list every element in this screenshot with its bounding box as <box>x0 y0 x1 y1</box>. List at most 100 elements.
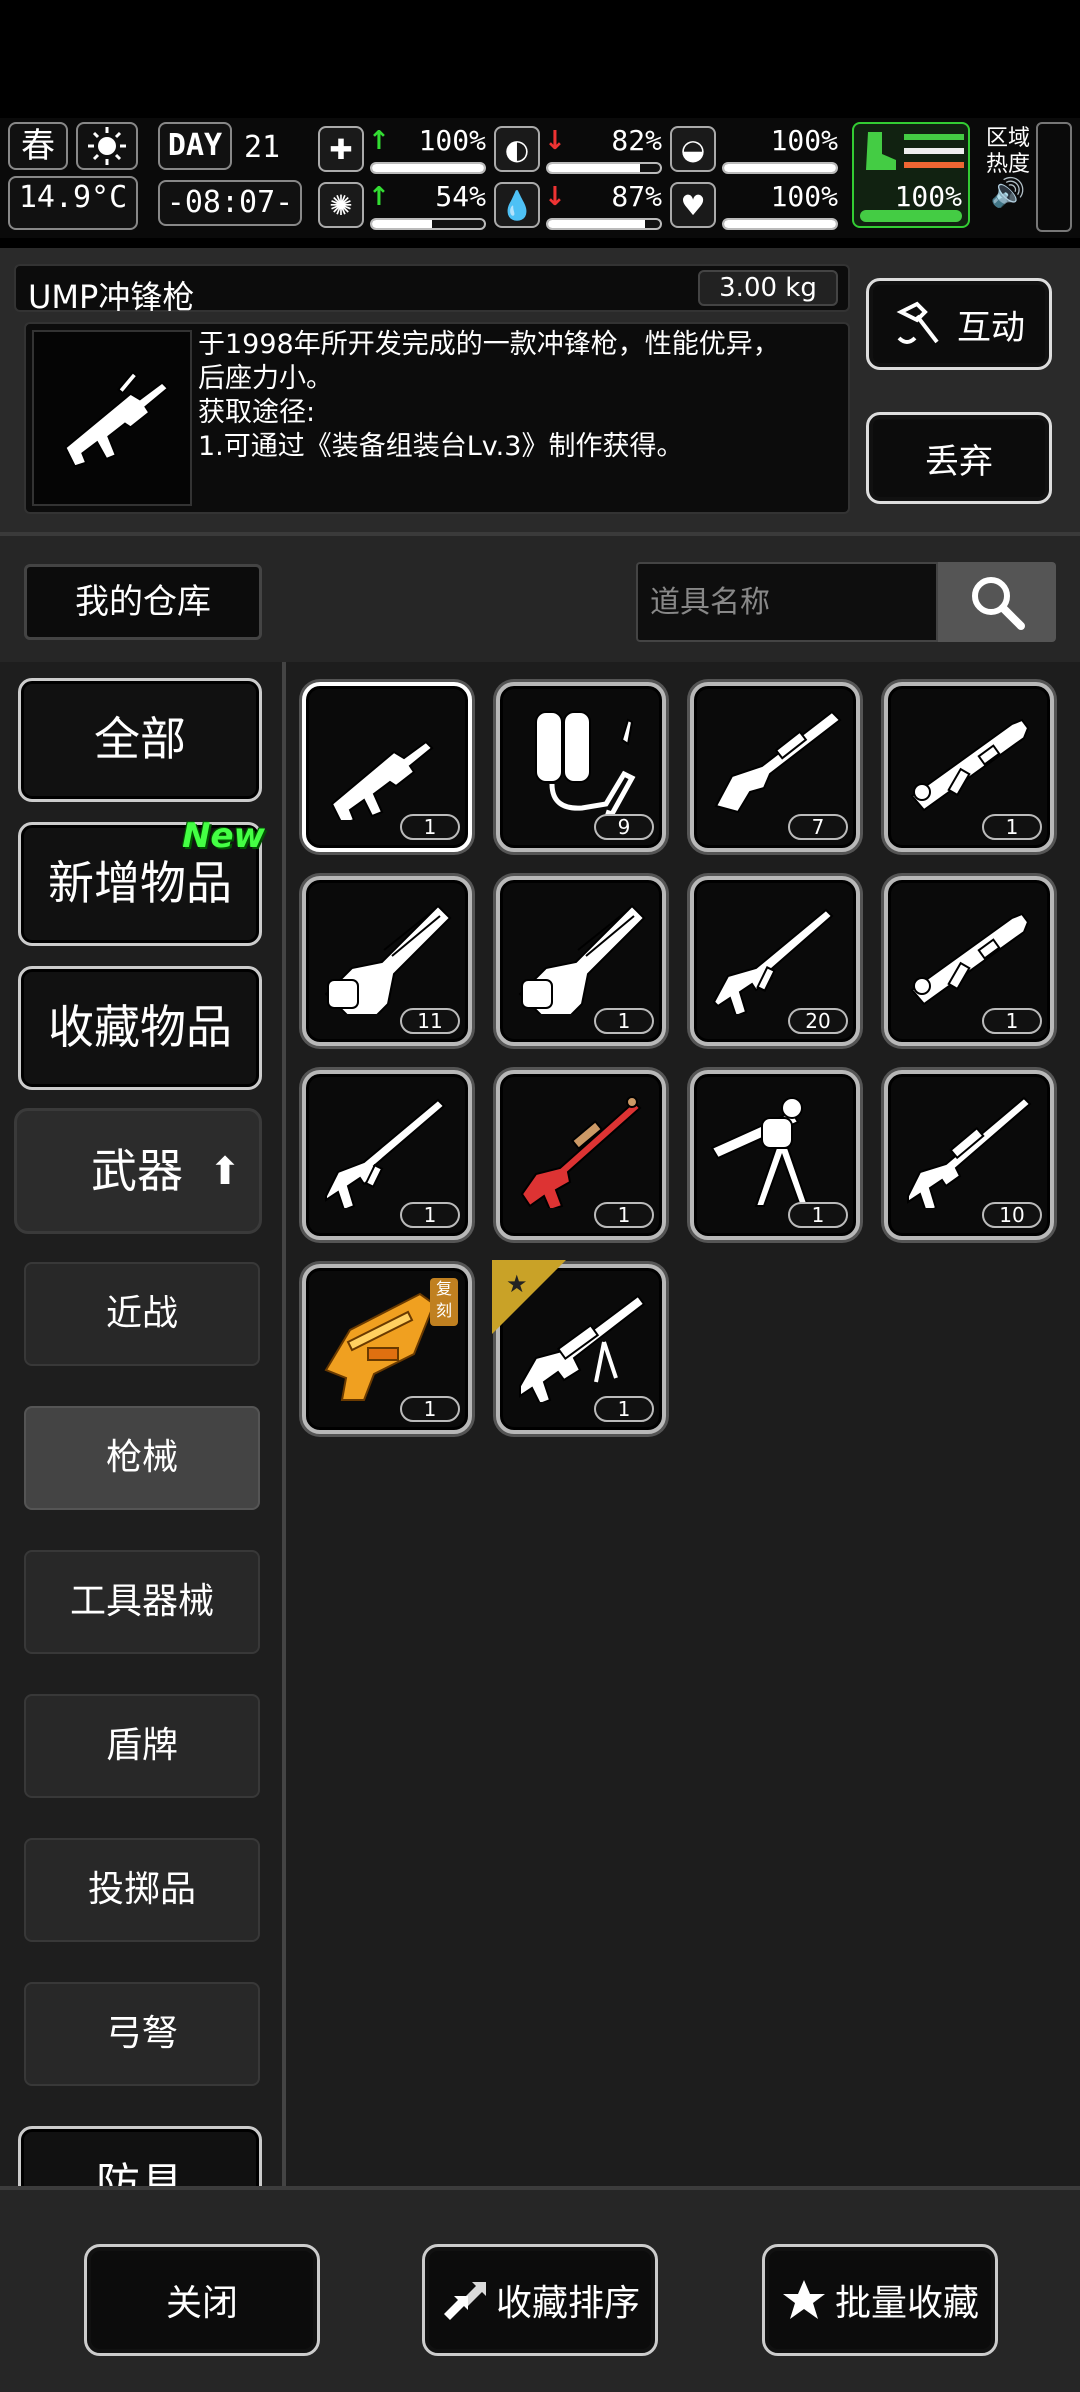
stamina-panel: 100% <box>852 122 970 228</box>
item-quantity: 11 <box>400 1008 460 1034</box>
inventory-slot[interactable]: 10 <box>884 1070 1054 1240</box>
area-heat-label: 区域 热度 🔊 <box>980 126 1036 207</box>
inventory-slot[interactable]: 20 <box>690 876 860 1046</box>
status-bar: 春 14.9°C DAY 21 -08:07- ✚ ↑ 100% ◐ ↓ 82% ◒ 100%… <box>0 118 1080 238</box>
rocket-launcher-icon <box>910 912 1030 1006</box>
subcategory-shields[interactable]: 盾牌 <box>24 1694 260 1798</box>
swap-arrows-icon <box>443 2282 486 2320</box>
temperature-readout: 14.9°C <box>8 176 138 230</box>
red-sniper-rifle-icon <box>520 1096 642 1208</box>
item-detail-panel: UMP冲锋枪 3.00 kg 于1998年所开发完成的一款冲锋枪，性能优异， 后… <box>0 248 1080 532</box>
inventory-slot[interactable]: 7 <box>690 682 860 852</box>
item-quantity: 10 <box>982 1202 1042 1228</box>
inventory-slot[interactable]: 11 <box>302 876 472 1046</box>
hammer-icon <box>896 301 939 344</box>
item-quantity: 1 <box>594 1396 654 1422</box>
subcategory-firearms[interactable]: 枪械 <box>24 1406 260 1510</box>
area-heat-gauge <box>1036 122 1072 232</box>
category-all[interactable]: 全部 <box>18 678 262 802</box>
batch-favorite-button[interactable]: 批量收藏 <box>762 2244 998 2356</box>
subcategory-bows[interactable]: 弓弩 <box>24 1982 260 2086</box>
subcategory-tools[interactable]: 工具器械 <box>24 1550 260 1654</box>
item-search-input[interactable] <box>636 562 938 642</box>
replica-badge: 复刻 <box>430 1278 458 1326</box>
sniper-rifle-icon <box>907 1096 1032 1208</box>
stat-mood: ♥ 100% <box>670 180 840 234</box>
subcategory-melee[interactable]: 近战 <box>24 1262 260 1366</box>
search-button[interactable] <box>938 562 1056 642</box>
speaker-icon[interactable]: 🔊 <box>980 179 1036 207</box>
category-armor[interactable]: 防具 <box>18 2126 262 2186</box>
inventory-slot[interactable]: 1 <box>302 682 472 852</box>
item-description: 于1998年所开发完成的一款冲锋枪，性能优异， 后座力小。 获取途径: 1.可通… <box>198 329 780 462</box>
category-new-items-label: 新增物品 <box>48 856 232 910</box>
heart-icon: ♥ <box>670 182 716 228</box>
collapse-arrow-icon: ⬆ <box>209 1149 241 1193</box>
category-new-items[interactable]: 新增物品 New <box>18 816 265 946</box>
inventory-slot[interactable]: 1 <box>496 876 666 1046</box>
inventory-slot[interactable]: 9 <box>496 682 666 852</box>
smg-icon <box>330 740 434 820</box>
stat-hunger: ◐ ↓ 82% <box>494 124 664 178</box>
stat-bar <box>546 162 662 174</box>
area-heat-text: 区域 热度 <box>985 126 1030 177</box>
mounted-gun-icon <box>710 1097 810 1207</box>
stat-bar <box>722 218 838 230</box>
rocket-launcher-icon <box>910 718 1030 812</box>
item-quantity: 1 <box>400 1396 460 1422</box>
brain-icon: ✺ <box>318 182 364 228</box>
stat-value: 100% <box>770 124 838 157</box>
star-icon <box>782 2280 825 2319</box>
stat-bar <box>370 218 486 230</box>
item-weight: 3.00 kg <box>698 270 838 306</box>
category-sidebar: 全部 新增物品 New 收藏物品 武器 ⬆ 近战 枪械 工具器械 盾牌 投掷品 … <box>0 662 282 2186</box>
stat-bar <box>722 162 838 174</box>
new-tag: New <box>182 816 265 856</box>
minigun-icon <box>518 904 646 1014</box>
item-quantity: 1 <box>982 1008 1042 1034</box>
item-quantity: 1 <box>594 1202 654 1228</box>
inventory-slot[interactable]: 1 <box>884 682 1054 852</box>
item-quantity: 1 <box>400 814 460 840</box>
warehouse-header: 我的仓库 <box>0 532 1080 662</box>
category-weapons-label: 武器 <box>91 1144 183 1198</box>
warehouse-title: 我的仓库 <box>24 564 262 640</box>
star-icon: ★ <box>506 1270 528 1298</box>
item-quantity: 1 <box>594 1008 654 1034</box>
item-quantity: 1 <box>982 814 1042 840</box>
inventory-slot[interactable]: 1 <box>884 876 1054 1046</box>
trend-up-icon: ↑ <box>368 126 390 156</box>
clock: -08:07- <box>158 180 302 226</box>
trend-down-icon: ↓ <box>544 126 566 156</box>
category-weapons[interactable]: 武器 ⬆ <box>14 1108 262 1234</box>
stat-value: 82% <box>611 124 662 157</box>
day-number: 21 <box>244 130 281 165</box>
stat-value: 54% <box>435 180 486 213</box>
inventory-slot[interactable]: 1 <box>302 1070 472 1240</box>
inventory-slot[interactable]: ★ 1 <box>492 1260 666 1434</box>
favorite-sort-button[interactable]: 收藏排序 <box>422 2244 658 2356</box>
medkit-icon: ✚ <box>318 126 364 172</box>
item-quantity: 20 <box>788 1008 848 1034</box>
helmet-icon: ◒ <box>670 126 716 172</box>
close-label: 关闭 <box>165 2283 238 2324</box>
interact-button[interactable]: 互动 <box>866 278 1052 370</box>
inventory-slot[interactable]: 1 <box>496 1070 666 1240</box>
sun-icon <box>76 122 138 170</box>
subcategory-throwables[interactable]: 投掷品 <box>24 1838 260 1942</box>
search-icon <box>972 577 1025 630</box>
category-favorites-label: 收藏物品 <box>48 1000 232 1054</box>
stat-value: 100% <box>770 180 838 213</box>
category-favorites[interactable]: 收藏物品 <box>18 966 262 1090</box>
item-quantity: 9 <box>594 814 654 840</box>
menu-lines-icon <box>904 134 964 168</box>
day-label: DAY <box>158 122 232 170</box>
drop-button[interactable]: 丢弃 <box>866 412 1052 504</box>
flamethrower-icon <box>535 711 636 818</box>
stat-armor: ◒ 100% <box>670 124 840 178</box>
close-button[interactable]: 关闭 <box>84 2244 320 2356</box>
inventory-slot[interactable]: 1 <box>690 1070 860 1240</box>
inventory-slot[interactable]: 复刻 1 <box>302 1264 472 1434</box>
item-quantity: 1 <box>400 1202 460 1228</box>
favorite-corner-badge <box>492 1260 566 1334</box>
